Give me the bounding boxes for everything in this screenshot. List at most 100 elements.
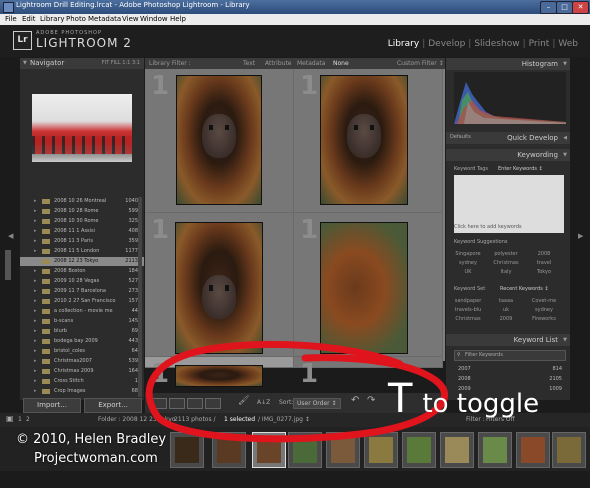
folder-row[interactable]: ▸ bodega bay 2009 443 (20, 337, 144, 346)
folder-row[interactable]: ▸ 2009 11 7 Barcelona 273 (20, 287, 144, 296)
left-panel-toggle-icon[interactable]: ◀ (8, 232, 13, 240)
folder-row[interactable]: ▸ 2008 10 28 Rome 599 (20, 207, 144, 216)
right-panel-toggle-icon[interactable]: ▶ (578, 232, 583, 240)
folder-row[interactable]: ▸ 2008 Boston 184 (20, 267, 144, 276)
recent-keyword[interactable]: taaaa (488, 298, 524, 304)
maximize-button[interactable]: □ (556, 1, 573, 14)
suggestion[interactable]: sydney (450, 260, 486, 266)
folder-expand-icon[interactable]: ▸ (34, 358, 37, 364)
module-slideshow[interactable]: Slideshow (474, 39, 519, 49)
folder-expand-icon[interactable]: ▸ (34, 328, 37, 334)
suggestion[interactable]: Tokyo (526, 269, 562, 275)
folder-expand-icon[interactable]: ▸ (34, 308, 37, 314)
navigator-header[interactable]: ▼ Navigator FIT FILL 1:1 3:1 (20, 58, 144, 69)
custom-filter-dropdown[interactable]: Custom Filter ↕ (397, 60, 444, 67)
filmstrip-thumbnail[interactable] (402, 432, 436, 468)
folder-row[interactable]: ▸ 2008 11 5 London 1177 (20, 247, 144, 256)
survey-view-icon[interactable] (205, 398, 221, 409)
folder-row[interactable]: ▸ b-scans 145 (20, 317, 144, 326)
suggestion[interactable]: Italy (488, 269, 524, 275)
menu-window[interactable]: Window (140, 14, 168, 25)
folder-expand-icon[interactable]: ▸ (34, 228, 37, 234)
spray-can-icon[interactable]: 🖌 (238, 396, 249, 406)
filmstrip-filename[interactable]: / IMG_0277.jpg ↕ (258, 416, 310, 423)
folder-row[interactable]: ▸ 2010 2 27 San Francisco 157 (20, 297, 144, 306)
orangutan-photo[interactable] (320, 222, 408, 354)
orangutan-photo[interactable] (175, 365, 263, 387)
filmstrip-thumbnail[interactable] (516, 432, 550, 468)
suggestion[interactable]: travel (526, 260, 562, 266)
recent-keyword[interactable]: sydney (526, 307, 562, 313)
folder-expand-icon[interactable]: ▸ (34, 318, 37, 324)
filmstrip-thumbnail[interactable] (478, 432, 512, 468)
menu-view[interactable]: View (122, 14, 139, 25)
folder-row[interactable]: ▸ a collection - movie me 44 (20, 307, 144, 316)
grid-cell[interactable]: 1 (294, 213, 443, 357)
folder-expand-icon[interactable]: ▸ (34, 268, 37, 274)
folder-row[interactable]: ▸ 2009 10 28 Vegas 527 (20, 277, 144, 286)
folder-row[interactable]: ▸ Christmas 2009 164 (20, 367, 144, 376)
page-2-button[interactable]: 2 (26, 416, 30, 423)
menu-edit[interactable]: Edit (22, 14, 36, 25)
folder-expand-icon[interactable]: ▸ (34, 378, 37, 384)
recent-keyword[interactable]: Fireworks (526, 316, 562, 322)
keyword-list-header[interactable]: Keyword List ▼ (446, 334, 570, 346)
filmstrip-thumbnail[interactable] (170, 432, 204, 468)
collapse-triangle-icon[interactable]: ▼ (563, 61, 567, 67)
collapse-triangle-icon[interactable]: ▼ (563, 337, 567, 343)
collapse-triangle-icon[interactable]: ▼ (23, 60, 27, 66)
menu-help[interactable]: Help (170, 14, 186, 25)
keyword-set-dropdown[interactable]: Recent Keywords ↕ (500, 286, 549, 292)
filmstrip-thumbnail[interactable] (364, 432, 398, 468)
grid-cell[interactable]: 1 (145, 357, 294, 389)
menu-library[interactable]: Library (40, 14, 64, 25)
recent-keyword[interactable]: Christmas (450, 316, 486, 322)
folder-expand-icon[interactable]: ▸ (34, 288, 37, 294)
recent-keyword[interactable]: sandpaper (450, 298, 486, 304)
folder-expand-icon[interactable]: ▸ (34, 278, 37, 284)
loupe-view-icon[interactable] (169, 398, 185, 409)
filmstrip-thumbnail[interactable] (288, 432, 322, 468)
expand-triangle-icon[interactable]: ◀ (563, 135, 567, 141)
menu-file[interactable]: File (5, 14, 17, 25)
folder-expand-icon[interactable]: ▸ (34, 238, 37, 244)
filmstrip-thumbnail[interactable] (552, 432, 586, 468)
folder-row[interactable]: ▸ bristol_coles 64 (20, 347, 144, 356)
minimize-button[interactable]: – (540, 1, 557, 14)
module-library[interactable]: Library (388, 39, 419, 49)
menu-metadata[interactable]: Metadata (88, 14, 121, 25)
module-develop[interactable]: Develop (428, 39, 465, 49)
filter-keywords-field[interactable]: Filter Keywords ⚲ (454, 350, 566, 361)
navigator-zoom-options[interactable]: FIT FILL 1:1 3:1 (102, 60, 140, 66)
folder-row[interactable]: ▸ 2008 11 1 Assisi 408 (20, 227, 144, 236)
folder-row[interactable]: ▸ 2008 10 30 Rome 325 (20, 217, 144, 226)
filmstrip-thumbnail[interactable] (440, 432, 474, 468)
recent-keyword[interactable]: 2009 (488, 316, 524, 322)
grid-cell[interactable]: 1 (294, 69, 443, 213)
histogram-header[interactable]: Histogram ▼ (446, 58, 570, 70)
recent-keyword[interactable]: uk (488, 307, 524, 313)
filmstrip-thumbnail-selected[interactable] (252, 432, 286, 468)
compare-view-icon[interactable] (187, 398, 203, 409)
filmstrip-folder[interactable]: Folder : 2008 12 23 Tokyo (98, 416, 175, 423)
sort-dropdown[interactable]: User Order ↕ (293, 398, 341, 409)
suggestion[interactable]: 2008 (526, 251, 562, 257)
folder-expand-icon[interactable]: ▸ (34, 248, 37, 254)
folder-row[interactable]: ▸ Crop Images 68 (20, 387, 144, 396)
grid-cell[interactable]: 1 (145, 69, 294, 213)
folder-expand-icon[interactable]: ▸ (34, 298, 37, 304)
filter-metadata-tab[interactable]: Metadata (297, 60, 325, 67)
orangutan-photo[interactable] (176, 75, 262, 205)
folder-expand-icon[interactable]: ▸ (34, 258, 37, 264)
folder-expand-icon[interactable]: ▸ (34, 208, 37, 214)
grid-view-icon[interactable] (151, 398, 167, 409)
suggestion[interactable]: UK (450, 269, 486, 275)
collapse-triangle-icon[interactable]: ▼ (563, 152, 567, 158)
folder-expand-icon[interactable]: ▸ (34, 198, 37, 204)
folder-expand-icon[interactable]: ▸ (34, 338, 37, 344)
suggestion[interactable]: Christmas (488, 260, 524, 266)
rotate-right-icon[interactable]: ↷ (367, 395, 375, 406)
left-panel-handle[interactable] (5, 250, 11, 280)
folder-scrollbar[interactable] (138, 197, 142, 397)
import-button[interactable]: Import... (23, 398, 81, 413)
